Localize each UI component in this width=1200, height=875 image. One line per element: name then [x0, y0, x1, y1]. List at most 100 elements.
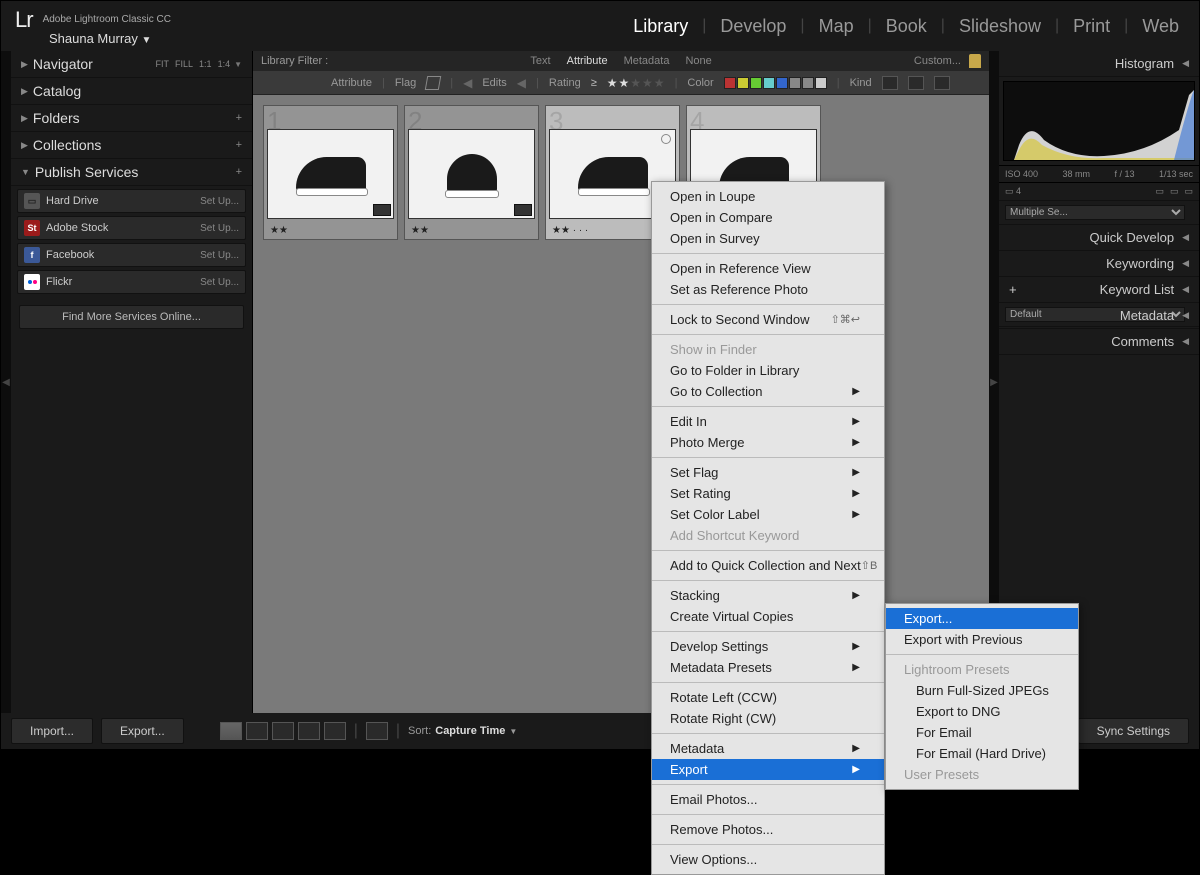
color-swatch[interactable] — [802, 77, 814, 89]
menu-item[interactable]: Export... — [886, 608, 1078, 629]
color-swatch[interactable] — [789, 77, 801, 89]
rating-stars[interactable]: ★★★★★ — [607, 76, 665, 90]
metadata-preset-dropdown[interactable]: Default — [1005, 307, 1185, 322]
survey-view-icon[interactable] — [298, 722, 320, 740]
color-swatch[interactable] — [750, 77, 762, 89]
menu-item[interactable]: Go to Folder in Library — [652, 360, 884, 381]
module-web[interactable]: Web — [1142, 16, 1179, 37]
quick-develop-header[interactable]: Quick Develop◀ — [999, 225, 1199, 251]
menu-item[interactable]: Go to Collection▶ — [652, 381, 884, 402]
folders-header[interactable]: ▶Folders+ — [11, 105, 252, 132]
export-submenu[interactable]: Export...Export with PreviousLightroom P… — [885, 603, 1079, 790]
menu-item: Show in Finder — [652, 339, 884, 360]
comments-header[interactable]: Comments◀ — [999, 329, 1199, 355]
catalog-header[interactable]: ▶Catalog — [11, 78, 252, 105]
import-button[interactable]: Import... — [11, 718, 93, 744]
menu-item[interactable]: Edit In▶ — [652, 411, 884, 432]
publish-header[interactable]: ▼Publish Services+ — [11, 159, 252, 186]
flag-label: Flag — [395, 77, 416, 89]
menu-item[interactable]: Lock to Second Window⇧⌘↩ — [652, 309, 884, 330]
menu-item[interactable]: Photo Merge▶ — [652, 432, 884, 453]
people-view-icon[interactable] — [324, 722, 346, 740]
menu-item[interactable]: Export with Previous — [886, 629, 1078, 650]
menu-item[interactable]: Rotate Left (CCW) — [652, 687, 884, 708]
grid-view-icon[interactable] — [220, 722, 242, 740]
menu-item[interactable]: Create Virtual Copies — [652, 606, 884, 627]
flag-pick-icon[interactable] — [425, 76, 441, 90]
rating-comparator[interactable]: ≥ — [591, 77, 597, 89]
compare-view-icon[interactable] — [272, 722, 294, 740]
lock-icon[interactable] — [969, 54, 981, 68]
color-swatch[interactable] — [776, 77, 788, 89]
keywording-header[interactable]: Keywording◀ — [999, 251, 1199, 277]
menu-item[interactable]: Burn Full-Sized JPEGs — [886, 680, 1078, 701]
thumbnail[interactable]: 2★★ — [404, 105, 539, 240]
filter-tab-metadata[interactable]: Metadata — [624, 55, 670, 67]
filter-tab-none[interactable]: None — [685, 55, 711, 67]
context-menu[interactable]: Open in LoupeOpen in CompareOpen in Surv… — [651, 181, 885, 875]
menu-item[interactable]: Metadata Presets▶ — [652, 657, 884, 678]
painter-tool-icon[interactable] — [366, 722, 388, 740]
find-more-services[interactable]: Find More Services Online... — [19, 305, 244, 329]
sync-settings-button[interactable]: Sync Settings — [1078, 718, 1189, 744]
filter-tab-attribute[interactable]: Attribute — [567, 55, 608, 67]
menu-item[interactable]: Open in Loupe — [652, 186, 884, 207]
menu-item[interactable]: Set Rating▶ — [652, 483, 884, 504]
filter-preset-dropdown[interactable]: Custom... — [914, 55, 961, 67]
publish-hard-drive[interactable]: ▭Hard DriveSet Up... — [17, 189, 246, 213]
left-panel-collapse[interactable]: ◀ — [1, 51, 11, 713]
publish-flickr[interactable]: FlickrSet Up... — [17, 270, 246, 294]
module-book[interactable]: Book — [886, 16, 927, 37]
menu-item[interactable]: Set Color Label▶ — [652, 504, 884, 525]
kind-label: Kind — [850, 77, 872, 89]
histogram-header[interactable]: Histogram◀ — [999, 51, 1199, 77]
kind-video-icon[interactable] — [934, 76, 950, 90]
publish-adobe-stock[interactable]: StAdobe StockSet Up... — [17, 216, 246, 240]
histogram[interactable] — [1003, 81, 1195, 161]
menu-item[interactable]: Develop Settings▶ — [652, 636, 884, 657]
menu-item[interactable]: Rotate Right (CW) — [652, 708, 884, 729]
module-print[interactable]: Print — [1073, 16, 1110, 37]
menu-item[interactable]: For Email (Hard Drive) — [886, 743, 1078, 764]
module-map[interactable]: Map — [819, 16, 854, 37]
menu-item[interactable]: Open in Reference View — [652, 258, 884, 279]
collections-header[interactable]: ▶Collections+ — [11, 132, 252, 159]
publish-facebook[interactable]: fFacebookSet Up... — [17, 243, 246, 267]
menu-item[interactable]: Stacking▶ — [652, 585, 884, 606]
library-filter-bar: Library Filter : Text Attribute Metadata No… — [253, 51, 989, 71]
thumbnail[interactable]: 1★★ — [263, 105, 398, 240]
module-develop[interactable]: Develop — [720, 16, 786, 37]
module-library[interactable]: Library — [633, 16, 688, 37]
kind-vcopy-icon[interactable] — [908, 76, 924, 90]
menu-item: User Presets — [886, 764, 1078, 785]
keyword-list-header[interactable]: +Keyword List◀ — [999, 277, 1199, 303]
library-filter-label: Library Filter : — [261, 55, 328, 67]
loupe-view-icon[interactable] — [246, 722, 268, 740]
filter-tab-text[interactable]: Text — [530, 55, 550, 67]
module-picker[interactable]: Library|Develop|Map|Book|Slideshow|Print… — [633, 16, 1179, 37]
menu-item[interactable]: Open in Compare — [652, 207, 884, 228]
menu-item[interactable]: Metadata▶ — [652, 738, 884, 759]
menu-item[interactable]: Remove Photos... — [652, 819, 884, 840]
color-swatch[interactable] — [815, 77, 827, 89]
export-button[interactable]: Export... — [101, 718, 184, 744]
menu-item[interactable]: For Email — [886, 722, 1078, 743]
color-swatch[interactable] — [763, 77, 775, 89]
identity-plate[interactable]: Shauna Murray ▼ — [49, 31, 171, 46]
kind-master-icon[interactable] — [882, 76, 898, 90]
menu-item[interactable]: Add to Quick Collection and Next⇧B — [652, 555, 884, 576]
sort-control[interactable]: Sort: Capture Time ▼ — [408, 725, 517, 737]
color-swatch[interactable] — [724, 77, 736, 89]
lr-logo: Lr — [15, 7, 33, 33]
menu-item[interactable]: View Options... — [652, 849, 884, 870]
saved-preset-dropdown[interactable]: Multiple Se... — [1005, 205, 1185, 220]
menu-item[interactable]: Export▶ — [652, 759, 884, 780]
color-swatch[interactable] — [737, 77, 749, 89]
menu-item[interactable]: Export to DNG — [886, 701, 1078, 722]
navigator-header[interactable]: ▶Navigator FITFILL1:11:4 ▼ — [11, 51, 252, 78]
menu-item[interactable]: Set as Reference Photo — [652, 279, 884, 300]
menu-item[interactable]: Open in Survey — [652, 228, 884, 249]
menu-item[interactable]: Email Photos... — [652, 789, 884, 810]
menu-item[interactable]: Set Flag▶ — [652, 462, 884, 483]
module-slideshow[interactable]: Slideshow — [959, 16, 1041, 37]
